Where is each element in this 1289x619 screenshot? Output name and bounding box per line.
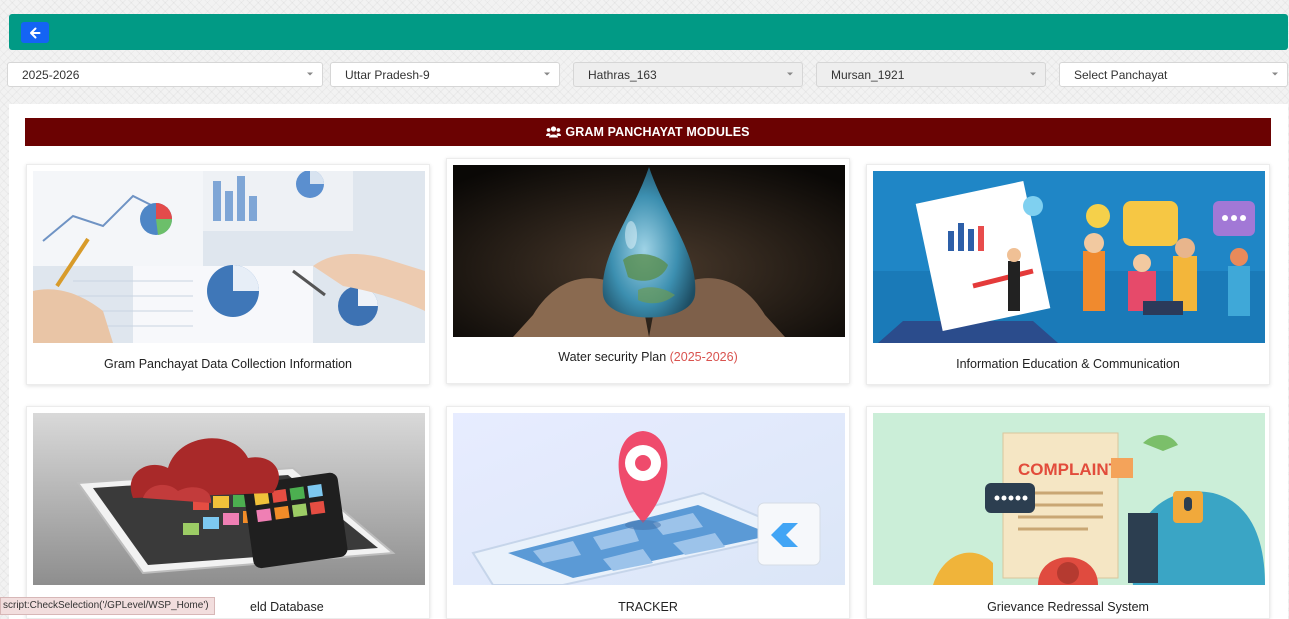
year-select[interactable]: 2025-2026 <box>7 62 323 87</box>
caret-down-icon <box>307 72 313 76</box>
water-drop-image <box>453 165 845 337</box>
browser-status-bar: script:CheckSelection('/GPLevel/WSP_Home… <box>0 597 215 615</box>
module-card-title: TRACKER <box>618 600 678 614</box>
map-tracker-image <box>453 413 845 585</box>
module-card-water-security[interactable]: Water security Plan (2025-2026) <box>446 158 850 384</box>
modules-header: GRAM PANCHAYAT MODULES <box>25 118 1271 146</box>
caret-down-icon <box>787 72 793 76</box>
module-card-field-database[interactable]: eld Database <box>26 406 430 619</box>
year-select-value: 2025-2026 <box>22 68 80 82</box>
module-card-title: Grievance Redressal System <box>987 600 1149 614</box>
state-select[interactable]: Uttar Pradesh-9 <box>330 62 560 87</box>
module-card-title: Gram Panchayat Data Collection Informati… <box>103 357 353 371</box>
complaint-text: COMPLAINT <box>1018 460 1120 479</box>
panchayat-select-placeholder: Select Panchayat <box>1074 68 1168 82</box>
modules-header-title: GRAM PANCHAYAT MODULES <box>565 125 750 139</box>
data-collection-image <box>33 171 425 343</box>
panchayat-select[interactable]: Select Panchayat <box>1059 62 1288 87</box>
complaint-image: COMPLAINT <box>873 413 1265 585</box>
cloud-database-image <box>33 413 425 585</box>
caret-down-icon <box>1272 72 1278 76</box>
top-bar <box>9 14 1288 50</box>
caret-down-icon <box>544 72 550 76</box>
module-card-iec[interactable]: Information Education & Communication <box>866 164 1270 385</box>
iec-image <box>873 171 1265 343</box>
district-select-value: Hathras_163 <box>588 68 657 82</box>
arrow-left-icon <box>30 27 41 38</box>
module-card-grievance[interactable]: COMPLAINT Grievance Redressal System <box>866 406 1270 619</box>
module-card-title: Information Education & Communication <box>956 357 1180 371</box>
module-card-tracker[interactable]: TRACKER <box>446 406 850 619</box>
block-select[interactable]: Mursan_1921 <box>816 62 1046 87</box>
back-button[interactable] <box>21 22 49 43</box>
caret-down-icon <box>1030 72 1036 76</box>
state-select-value: Uttar Pradesh-9 <box>345 68 430 82</box>
module-card-title: Water security Plan (2025-2026) <box>558 350 738 364</box>
district-select[interactable]: Hathras_163 <box>573 62 803 87</box>
plan-year: (2025-2026) <box>669 350 738 364</box>
filter-bar: 2025-2026 Uttar Pradesh-9 Hathras_163 Mu… <box>0 62 1289 88</box>
modules-panel: GRAM PANCHAYAT MODULES Gram Panchayat Da… <box>9 104 1288 619</box>
users-icon <box>546 126 562 138</box>
module-card-data-collection[interactable]: Gram Panchayat Data Collection Informati… <box>26 164 430 385</box>
block-select-value: Mursan_1921 <box>831 68 905 82</box>
